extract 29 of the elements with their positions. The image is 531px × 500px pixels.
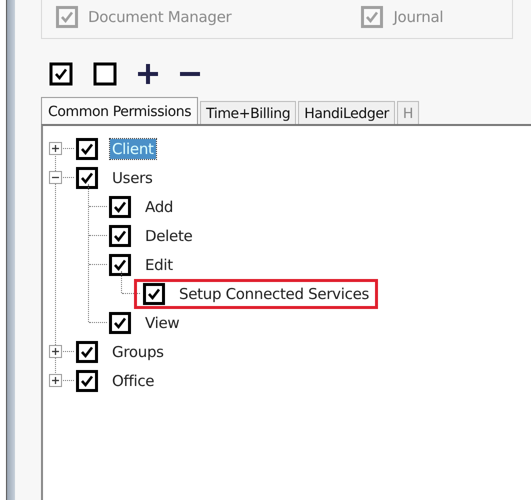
uncheck-all-icon[interactable] <box>93 62 117 86</box>
tree-item[interactable]: Edit <box>143 254 175 274</box>
checked-checkbox[interactable] <box>109 254 131 276</box>
expand-icon[interactable] <box>49 142 62 155</box>
expand-icon[interactable] <box>49 345 62 358</box>
checked-checkbox[interactable] <box>143 282 165 304</box>
collapse-icon[interactable] <box>49 171 62 184</box>
tab[interactable]: HandiLedger <box>298 101 395 125</box>
checked-checkbox[interactable] <box>76 370 98 392</box>
tree-item[interactable]: Office <box>110 370 156 390</box>
plus-icon[interactable] <box>137 63 159 85</box>
check-all-icon[interactable] <box>49 62 73 86</box>
checked-checkbox[interactable] <box>109 312 131 334</box>
tab[interactable]: Common Permissions <box>41 97 198 125</box>
checked-checkbox[interactable] <box>76 138 98 160</box>
tab[interactable]: Time+Billing <box>200 101 296 125</box>
tree-item[interactable]: Setup Connected Services <box>177 284 372 304</box>
checked-checkbox[interactable] <box>109 196 131 218</box>
checked-checkbox[interactable] <box>109 224 131 246</box>
tree-item[interactable]: Groups <box>110 342 166 362</box>
option-label: Document Manager <box>88 8 232 26</box>
tree-item[interactable]: Users <box>110 168 155 188</box>
tree-item[interactable]: View <box>143 312 182 332</box>
tree-item[interactable]: Add <box>143 196 176 216</box>
option-label: Journal <box>393 8 444 26</box>
tree-item[interactable]: Delete <box>143 226 194 246</box>
expand-icon[interactable] <box>49 374 62 387</box>
checked-checkbox[interactable] <box>76 166 98 188</box>
checked-checkbox[interactable] <box>76 340 98 362</box>
